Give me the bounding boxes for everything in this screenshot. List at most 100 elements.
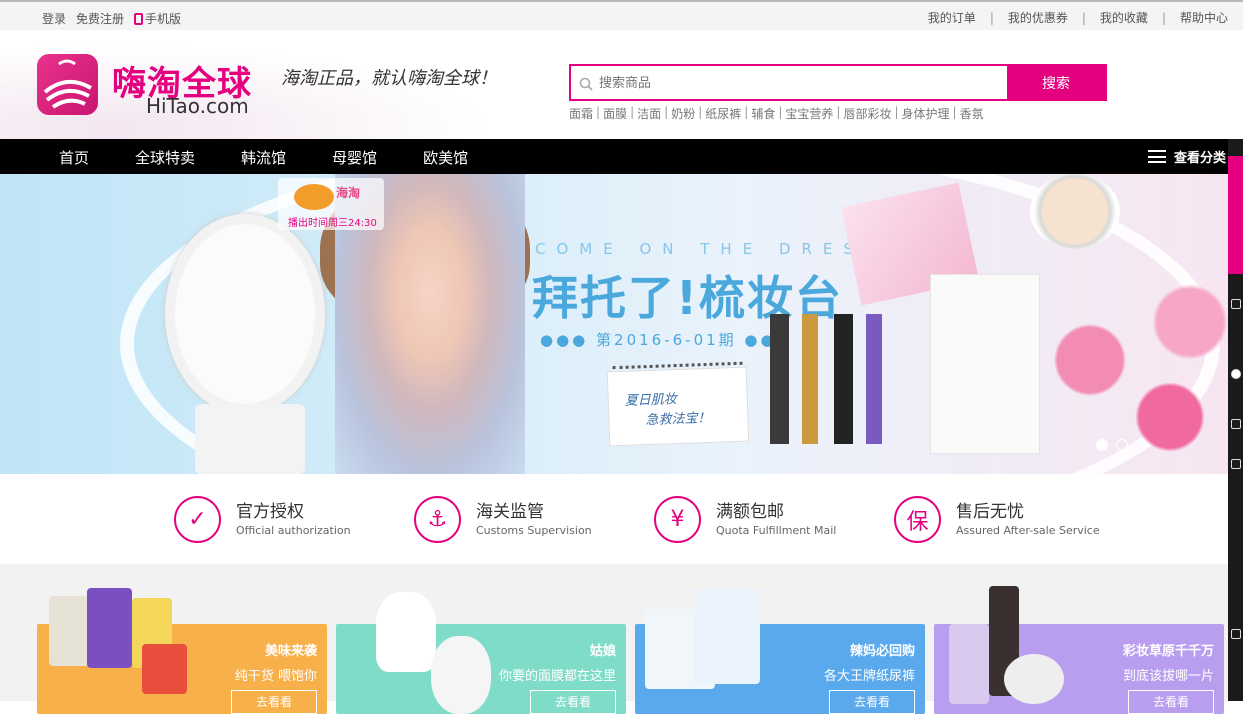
- nav-item-europe-america[interactable]: 欧美馆: [423, 147, 468, 168]
- baby-food-jar-image: [49, 596, 89, 666]
- feature-free-shipping: ¥ 满额包邮 Quota Fulfillment Mail: [654, 496, 836, 543]
- nav-item-global-sale[interactable]: 全球特卖: [135, 147, 195, 168]
- promo-subtitle: 你要的面膜都在这里: [498, 669, 616, 684]
- search-field: [571, 66, 1007, 99]
- feature-subtitle: Assured After-sale Service: [956, 524, 1100, 537]
- search-icon: [579, 76, 593, 91]
- my-coupons-link[interactable]: 我的优惠券: [1008, 9, 1068, 26]
- promo-subtitle: 各大王牌纸尿裤: [823, 669, 915, 684]
- menu-icon: [1147, 150, 1166, 163]
- feature-subtitle: Official authorization: [236, 524, 351, 537]
- show-logo-text: 海淘: [336, 186, 361, 200]
- bag-icon[interactable]: [1231, 299, 1241, 309]
- banner-issue-date: ●●● 第2016-6-01期 ●●●: [540, 331, 793, 349]
- site-header: 嗨淘全球 HiTao.com 海淘正品，就认嗨淘全球！ 搜索 面霜| 面膜| 洁…: [0, 30, 1243, 139]
- powder-ball-image: [1004, 654, 1064, 704]
- search-input[interactable]: [599, 75, 979, 90]
- powder-compact-image: [1030, 174, 1120, 249]
- gift-box-image: [930, 274, 1040, 454]
- search-bar: 搜索: [569, 64, 1107, 101]
- hotword-link[interactable]: 纸尿裤: [705, 105, 741, 122]
- my-orders-link[interactable]: 我的订单: [928, 9, 976, 26]
- carousel-dots: [1096, 439, 1128, 451]
- promo-go-button[interactable]: 去看看: [829, 690, 915, 714]
- nav-item-home[interactable]: 首页: [59, 147, 89, 168]
- note-line-2: 急救法宝！: [645, 410, 711, 429]
- feature-title: 官方授权: [236, 502, 304, 522]
- feature-after-sale: 保 售后无忧 Assured After-sale Service: [894, 496, 1100, 543]
- face-mask-image: [431, 636, 491, 714]
- logo-bag-icon[interactable]: [37, 54, 98, 115]
- feature-subtitle: Quota Fulfillment Mail: [716, 524, 837, 537]
- promo-go-button[interactable]: 去看看: [1128, 690, 1214, 714]
- panda-mask-image: [376, 592, 436, 672]
- promo-section: 美味来袭 纯干货 喂饱你 去看看 姑娘 你要的面膜都在这里 去看看 辣妈必回购 …: [0, 564, 1228, 714]
- promo-go-button[interactable]: 去看看: [530, 690, 616, 714]
- promo-go-button[interactable]: 去看看: [231, 690, 317, 714]
- mobile-phone-icon: [134, 12, 144, 25]
- mobile-link[interactable]: 手机版: [134, 10, 181, 27]
- bao-icon: 保: [894, 496, 941, 543]
- feature-official: ✓ 官方授权 Official authorization: [174, 496, 351, 543]
- chat-icon[interactable]: [1231, 629, 1241, 639]
- logo-domain: HiTao.com: [146, 94, 249, 118]
- main-nav: 首页 全球特卖 韩流馆 母婴馆 欧美馆 查看分类: [0, 139, 1228, 174]
- hotword-link[interactable]: 香氛: [960, 105, 984, 122]
- hotword-link[interactable]: 洁面: [637, 105, 661, 122]
- carousel-dot[interactable]: [1116, 439, 1128, 451]
- dresser-image: [195, 404, 305, 474]
- feature-title: 售后无忧: [956, 502, 1024, 522]
- hotword-link[interactable]: 宝宝营养: [785, 105, 833, 122]
- view-categories-button[interactable]: 查看分类: [1147, 147, 1226, 166]
- help-center-link[interactable]: 帮助中心: [1180, 9, 1228, 26]
- anchor-icon: ⚓: [414, 496, 461, 543]
- cosmetics-bottles-image: [770, 314, 930, 444]
- heart-icon[interactable]: [1231, 419, 1241, 429]
- roses-image: [1030, 284, 1228, 474]
- hotword-link[interactable]: 唇部彩妆: [843, 105, 891, 122]
- mirror-image: [165, 214, 325, 414]
- hotword-link[interactable]: 身体护理: [902, 105, 950, 122]
- show-air-time: 播出时间周三24:30: [288, 218, 377, 229]
- shield-check-icon: ✓: [174, 496, 221, 543]
- feature-subtitle: Customs Supervision: [476, 524, 592, 537]
- mobile-link-label: 手机版: [145, 12, 182, 26]
- hotword-link[interactable]: 面霜: [569, 105, 593, 122]
- bookmark-icon[interactable]: [1231, 459, 1241, 469]
- show-badge: 海淘 播出时间周三24:30: [278, 178, 384, 230]
- circle-icon[interactable]: [1231, 369, 1241, 379]
- merries-diaper-image: [695, 589, 760, 684]
- search-button[interactable]: 搜索: [1007, 66, 1105, 99]
- feature-title: 满额包邮: [716, 502, 784, 522]
- nav-item-korea[interactable]: 韩流馆: [241, 147, 286, 168]
- calendar-note-image: 夏日肌妆 急救法宝！: [606, 361, 750, 447]
- promo-title: 姑娘: [589, 644, 616, 659]
- service-features: ✓ 官方授权 Official authorization ⚓ 海关监管 Custo…: [0, 474, 1228, 564]
- hipp-jar-image: [142, 644, 187, 694]
- promo-subtitle: 纯干货 喂饱你: [234, 669, 317, 684]
- hero-banner[interactable]: 海淘 播出时间周三24:30 COME ON THE DRESSER 拜托了!梳…: [0, 174, 1228, 474]
- feature-customs: ⚓ 海关监管 Customs Supervision: [414, 496, 592, 543]
- carousel-dot-active[interactable]: [1096, 439, 1108, 451]
- promo-title: 辣妈必回购: [849, 644, 915, 659]
- primer-tube-image: [949, 624, 989, 704]
- promo-title: 彩妆草原千千万: [1122, 644, 1214, 659]
- view-categories-label: 查看分类: [1173, 151, 1226, 166]
- sidebar-highlight-tab[interactable]: [1228, 156, 1243, 274]
- feature-title: 海关监管: [476, 502, 544, 522]
- login-link[interactable]: 登录: [42, 10, 66, 27]
- register-link[interactable]: 免费注册: [76, 10, 124, 27]
- my-favorites-link[interactable]: 我的收藏: [1100, 9, 1148, 26]
- puffs-can-image: [87, 588, 132, 668]
- hotword-link[interactable]: 面膜: [603, 105, 627, 122]
- show-logo-icon: [294, 184, 334, 210]
- slogan: 海淘正品，就认嗨淘全球！: [281, 68, 497, 89]
- hotword-link[interactable]: 奶粉: [671, 105, 695, 122]
- yen-icon: ¥: [654, 496, 701, 543]
- right-sidebar: [1228, 139, 1243, 701]
- nav-item-mother-baby[interactable]: 母婴馆: [332, 147, 377, 168]
- hotword-link[interactable]: 辅食: [751, 105, 775, 122]
- hot-keywords: 面霜 | 面膜 | 洁面 | 奶粉 | 纸尿裤 | 辅食 | 宝宝营养 | 唇部彩妆 | 身体护…: [569, 105, 984, 122]
- top-utility-bar: 登录 免费注册 手机版 我的订单 | 我的优惠券 | 我的收藏 | 帮助中心: [0, 0, 1243, 30]
- promo-subtitle: 到底该拔哪一片: [1122, 669, 1214, 684]
